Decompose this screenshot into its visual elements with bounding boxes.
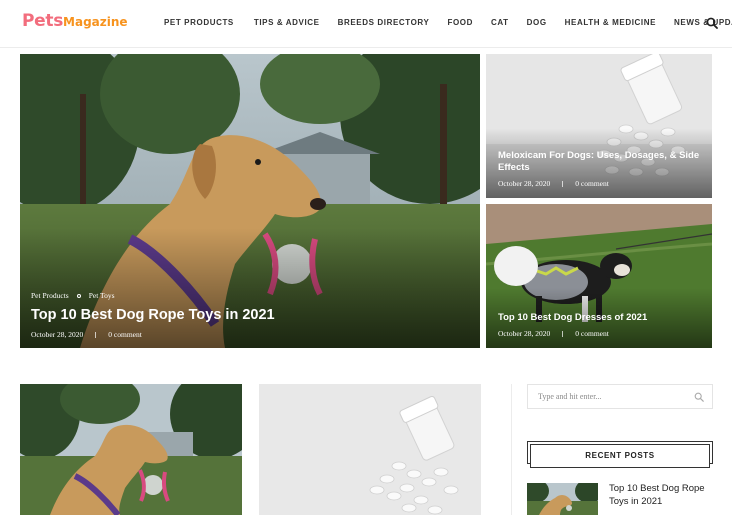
category-link[interactable]: Pet Toys — [89, 291, 115, 300]
nav-item-health-medicine[interactable]: HEALTH & MEDICINE — [565, 18, 656, 27]
meta-separator — [562, 180, 564, 187]
post-title[interactable]: Top 10 Best Dog Rope Toys in 2021 — [31, 306, 471, 324]
search-icon[interactable] — [694, 392, 704, 402]
logo-text-magazine: Magazine — [63, 15, 128, 29]
nav-item-news-updates[interactable]: NEWS & UPDATES — [674, 18, 732, 27]
meta-separator — [95, 331, 97, 338]
featured-post-bottom-right[interactable]: Top 10 Best Dog Dresses of 2021 October … — [486, 204, 712, 348]
post-meta: October 28, 2020 0 comment — [31, 330, 142, 339]
post-comments[interactable]: 0 comment — [108, 330, 142, 339]
featured-post-top-right[interactable]: Meloxicam For Dogs: Uses, Dosages, & Sid… — [486, 54, 712, 198]
post-categories: Pet Products Pet Toys — [31, 291, 115, 300]
category-link[interactable]: Pet Products — [31, 291, 69, 300]
post-comments[interactable]: 0 comment — [575, 179, 609, 188]
featured-post-main[interactable]: Pet Products Pet Toys Top 10 Best Dog Ro… — [20, 54, 480, 348]
site-logo[interactable]: PetsMagazine — [22, 11, 128, 31]
recent-post-title[interactable]: Top 10 Best Dog Rope Toys in 2021 — [609, 482, 719, 508]
dog-with-ball-image — [527, 483, 598, 515]
post-title[interactable]: Top 10 Best Dog Dresses of 2021 — [498, 312, 708, 324]
nav-item-cat[interactable]: CAT — [491, 18, 509, 27]
separator-dot — [76, 293, 81, 298]
recent-posts-heading: RECENT POSTS — [530, 444, 710, 468]
dog-with-ball-image — [20, 384, 242, 515]
post-meta: October 28, 2020 0 comment — [498, 179, 609, 188]
sidebar-search — [527, 384, 713, 409]
post-title[interactable]: Meloxicam For Dogs: Uses, Dosages, & Sid… — [498, 150, 708, 174]
post-thumbnail[interactable] — [20, 384, 242, 515]
post-meta: October 28, 2020 0 comment — [498, 329, 609, 338]
meta-separator — [562, 330, 564, 337]
site-header: PetsMagazine PET PRODUCTS TIPS & ADVICE … — [0, 0, 732, 48]
nav-item-breeds-directory[interactable]: BREEDS DIRECTORY — [338, 18, 430, 27]
main-nav: PET PRODUCTS TIPS & ADVICE BREEDS DIRECT… — [164, 18, 732, 27]
post-comments[interactable]: 0 comment — [575, 329, 609, 338]
nav-item-pet-products[interactable]: PET PRODUCTS — [164, 18, 234, 27]
sidebar-divider — [511, 384, 512, 515]
search-input[interactable] — [528, 385, 678, 408]
logo-text-pets: Pets — [22, 11, 64, 31]
nav-item-tips-advice[interactable]: TIPS & ADVICE — [254, 18, 320, 27]
recent-posts-widget-frame: RECENT POSTS — [527, 441, 713, 468]
nav-item-dog[interactable]: DOG — [527, 18, 547, 27]
post-date: October 28, 2020 — [498, 329, 551, 338]
post-date: October 28, 2020 — [498, 179, 551, 188]
recent-post-thumbnail[interactable] — [527, 483, 598, 515]
search-icon[interactable] — [706, 17, 718, 29]
post-date: October 28, 2020 — [31, 330, 84, 339]
pills-image — [259, 384, 481, 515]
post-thumbnail[interactable] — [259, 384, 481, 515]
nav-item-food[interactable]: FOOD — [447, 18, 473, 27]
